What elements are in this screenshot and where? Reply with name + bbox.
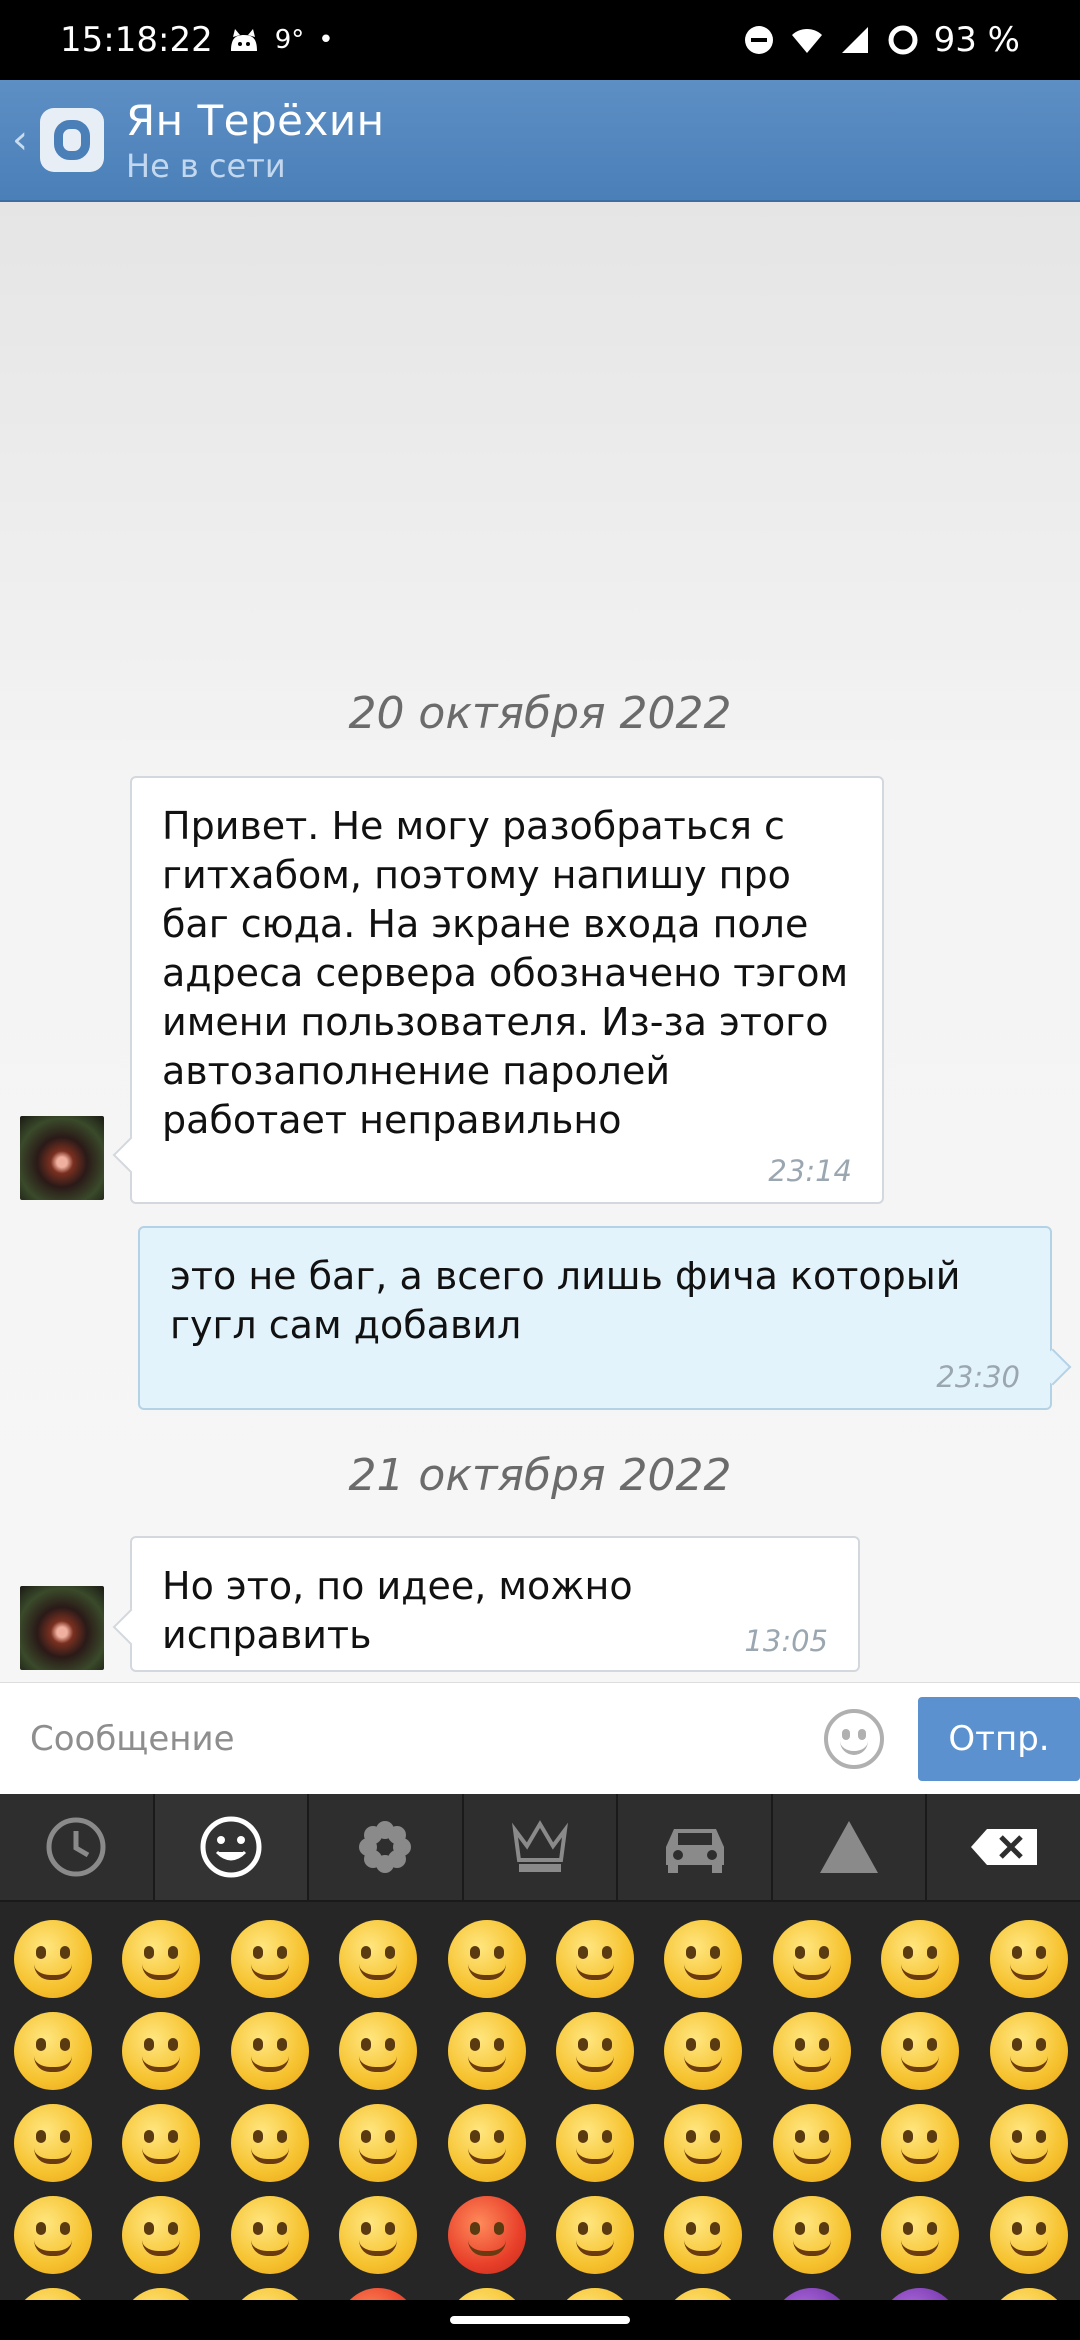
send-button[interactable]: Отпр. [918,1696,1080,1781]
emoji-key[interactable] [447,2196,526,2274]
emoji-key[interactable] [122,2012,201,2090]
app-logo[interactable] [40,108,104,172]
emoji-key[interactable] [339,2196,418,2274]
emoji-key[interactable] [556,2104,634,2182]
message-time: 13:05 [744,1624,828,1658]
signal-icon [841,27,868,53]
emoji-key[interactable] [14,2196,92,2274]
tab-places[interactable] [618,1794,773,1900]
emoji-key[interactable] [14,2012,92,2090]
status-notification-dot: • [318,25,334,55]
date-separator: 20 октября 2022 [348,688,732,739]
message-incoming[interactable]: Привет. Не могу разобраться с гитхабом, … [130,776,884,1204]
avatar[interactable] [20,1586,104,1670]
tab-nature[interactable] [309,1794,464,1900]
emoji-key[interactable] [664,1920,743,1998]
emoji-key[interactable] [881,2012,960,2090]
emoji-key[interactable] [772,2012,851,2090]
tab-smileys[interactable] [154,1794,310,1900]
emoji-key[interactable] [881,2104,960,2182]
message-text: Привет. Не могу разобраться с гитхабом, … [162,804,849,1142]
emoji-key[interactable] [989,2104,1068,2182]
emoji-key[interactable] [339,1920,418,1998]
emoji-key[interactable] [772,2196,851,2274]
emoji-key[interactable] [230,2196,309,2274]
emoji-key[interactable] [339,2012,418,2090]
emoji-key[interactable] [989,1920,1068,1998]
tab-symbols[interactable] [773,1794,928,1900]
emoji-key[interactable] [989,2012,1068,2090]
message-outgoing[interactable]: это не баг, а всего лишь фича который гу… [138,1226,1052,1410]
emoji-key[interactable] [14,1920,92,1998]
battery-ring-icon [888,25,918,55]
emoji-toggle-icon[interactable] [824,1708,884,1769]
crown-icon [512,1820,569,1872]
contact-status: Не в сети [126,146,286,185]
emoji-keyboard [0,1794,1080,2340]
message-list[interactable]: 20 октября 2022 Привет. Не могу разобрат… [0,202,1080,1682]
status-time: 15:18:22 [60,20,213,60]
emoji-key[interactable] [881,1920,960,1998]
chat-header: ‹ Ян Терёхин Не в сети [0,80,1080,202]
avatar[interactable] [20,1116,104,1200]
emoji-key[interactable] [664,2012,743,2090]
tab-objects[interactable] [464,1794,619,1900]
cat-icon [230,29,257,51]
message-time: 23:30 [936,1360,1020,1394]
message-text: это не баг, а всего лишь фича который гу… [170,1254,961,1347]
emoji-key[interactable] [230,2012,309,2090]
emoji-key[interactable] [122,2196,201,2274]
wifi-icon [791,29,822,53]
status-bar: 15:18:22 9° • 93 % [0,0,1080,80]
emoji-key[interactable] [230,1920,309,1998]
emoji-key[interactable] [989,2196,1068,2274]
flower-icon [359,1821,412,1873]
message-incoming[interactable]: Но это, по идее, можно исправить 13:05 [130,1536,860,1672]
emoji-key[interactable] [556,2196,634,2274]
emoji-key[interactable] [556,1920,634,1998]
backspace-icon [970,1829,1037,1865]
emoji-key[interactable] [230,2104,309,2182]
emoji-key[interactable] [122,1920,201,1998]
emoji-key[interactable] [447,1920,526,1998]
emoji-key[interactable] [556,2012,634,2090]
emoji-key[interactable] [772,2104,851,2182]
contact-name: Ян Терёхин [126,95,385,145]
emoji-key[interactable] [664,2104,743,2182]
date-separator: 21 октября 2022 [348,1450,732,1501]
message-time: 23:14 [768,1154,852,1188]
dnd-icon [744,26,773,54]
car-icon [665,1829,724,1873]
emoji-category-tabs [0,1794,1080,1902]
message-text: Но это, по идее, можно исправить [162,1564,633,1657]
emoji-key[interactable] [664,2196,743,2274]
emoji-key[interactable] [447,2104,526,2182]
emoji-key[interactable] [122,2104,201,2182]
emoji-key[interactable] [881,2196,960,2274]
recent-icon [46,1817,106,1877]
back-chevron-icon[interactable]: ‹ [12,117,34,163]
tab-recent[interactable] [0,1794,155,1900]
status-temperature: 9° [274,25,305,55]
backspace-key[interactable] [927,1794,1080,1900]
system-nav-bar [0,2300,1080,2340]
contact-info[interactable]: Ян Терёхин Не в сети [126,96,385,185]
status-battery: 93 % [933,20,1020,60]
emoji-key[interactable] [339,2104,418,2182]
composer: Отпр. [0,1682,1080,1794]
smiley-icon [200,1816,262,1878]
triangle-icon [820,1821,879,1873]
emoji-key[interactable] [772,1920,851,1998]
home-gesture-handle[interactable] [450,2316,630,2324]
emoji-key[interactable] [447,2012,526,2090]
message-input[interactable] [30,1718,810,1759]
emoji-key[interactable] [14,2104,92,2182]
